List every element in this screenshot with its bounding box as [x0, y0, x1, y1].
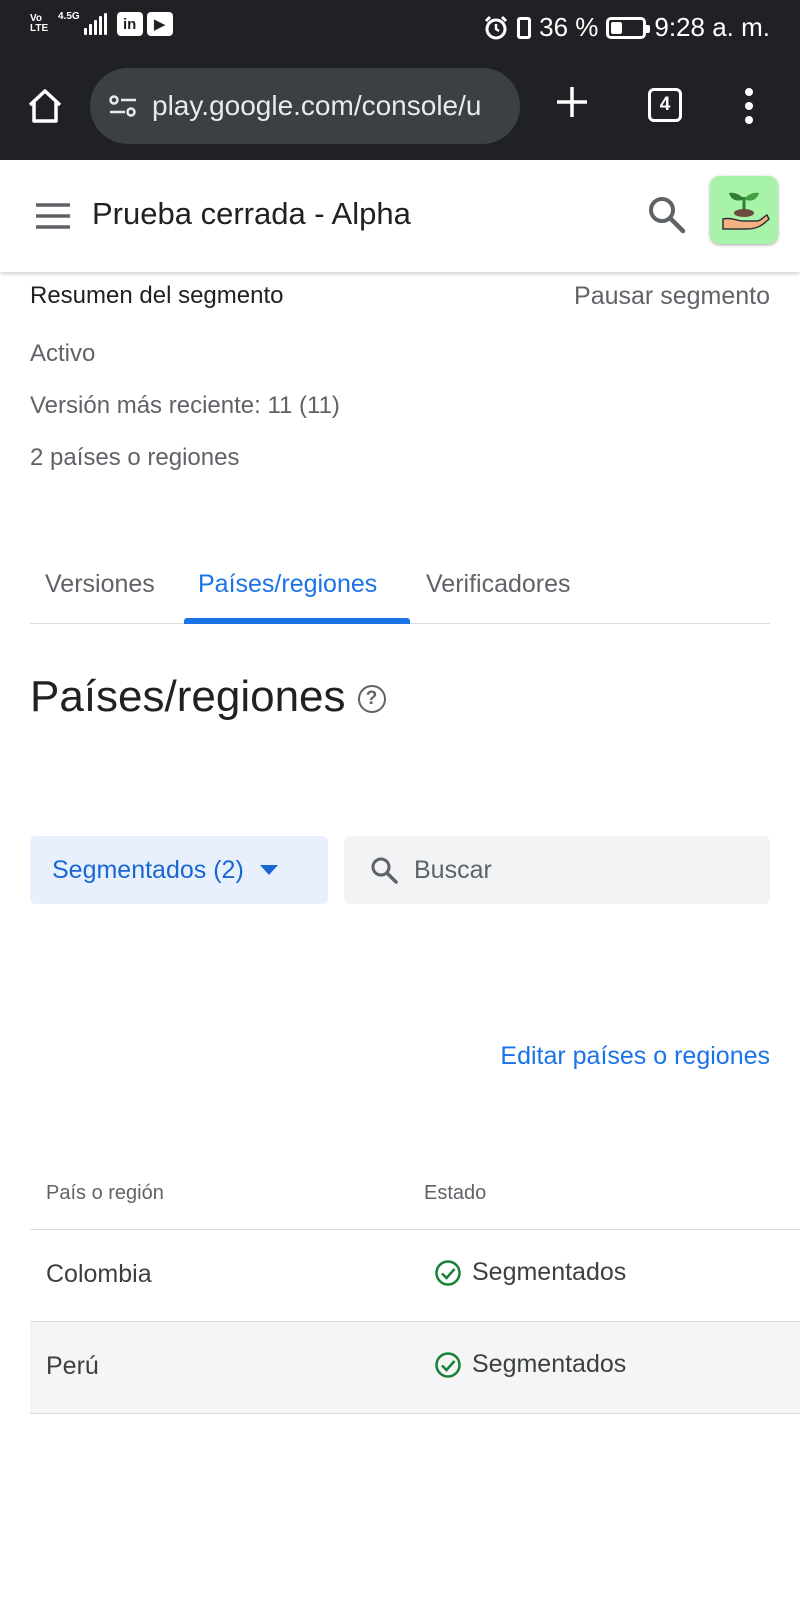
app-avatar[interactable] [710, 176, 778, 244]
volte-indicator: Vo LTE [30, 13, 49, 34]
edit-countries-link[interactable]: Editar países o regiones [500, 1042, 770, 1071]
menu-icon[interactable] [36, 202, 70, 230]
page-title: Prueba cerrada - Alpha [92, 196, 411, 231]
status-text: Segmentados [472, 1258, 627, 1286]
status-right: 36 % 9:28 a. m. [483, 12, 770, 43]
segment-summary-title: Resumen del segmento [30, 282, 284, 309]
vibrate-icon [517, 16, 532, 39]
country-count: 2 países o regiones [30, 444, 240, 471]
status-left: Vo LTE 4.5G in ▶ [30, 10, 173, 36]
search-icon [371, 857, 398, 884]
site-settings-icon[interactable] [108, 94, 138, 118]
tab-versions[interactable]: Versiones [45, 570, 155, 599]
address-bar[interactable]: play.google.com/console/u [90, 68, 520, 144]
filter-label: Segmentados (2) [52, 855, 244, 884]
search-input[interactable] [414, 855, 734, 885]
tab-bar: Versiones Países/regiones Verificadores [30, 556, 770, 624]
battery-icon [606, 16, 651, 39]
plant-in-hand-icon [722, 192, 770, 230]
youtube-icon: ▶ [146, 12, 173, 36]
dropdown-arrow-icon [259, 865, 278, 875]
section-heading: Países/regiones ? [30, 672, 386, 722]
tab-switcher-button[interactable]: 4 [648, 88, 682, 122]
clock: 9:28 a. m. [654, 12, 770, 42]
column-header-country[interactable]: País o región [46, 1182, 164, 1205]
segment-filter-dropdown[interactable]: Segmentados (2) [30, 836, 328, 904]
status-cell: Segmentados [434, 1350, 626, 1379]
countries-table: País o región Estado Colombia Segmentado… [30, 1164, 800, 1414]
latest-version: Versión más reciente: 11 (11) [30, 392, 340, 419]
browser-toolbar: play.google.com/console/u 4 [0, 58, 800, 160]
battery-fill [611, 21, 622, 34]
battery-percent: 36 % [539, 12, 599, 42]
section-title-text: Países/regiones [30, 672, 346, 721]
signal-strength-icon [83, 13, 107, 35]
search-box[interactable] [344, 836, 770, 904]
linkedin-icon: in [116, 12, 143, 36]
url-text: play.google.com/console/u [152, 90, 482, 121]
app-header: Prueba cerrada - Alpha [0, 160, 800, 272]
country-cell: Colombia [46, 1260, 152, 1288]
help-icon[interactable]: ? [357, 685, 386, 713]
alarm-icon [485, 15, 508, 39]
home-icon[interactable] [26, 86, 64, 126]
network-type-label: 4.5G [58, 10, 80, 22]
status-text: Segmentados [472, 1350, 627, 1378]
tab-countries-regions[interactable]: Países/regiones [198, 570, 377, 599]
check-circle-icon [435, 1351, 461, 1378]
new-tab-icon[interactable] [554, 84, 590, 120]
table-row[interactable]: Colombia Segmentados [30, 1230, 800, 1322]
status-cell: Segmentados [434, 1258, 626, 1287]
active-tab-indicator [184, 618, 410, 624]
pause-segment-button[interactable]: Pausar segmento [574, 282, 770, 311]
column-header-status[interactable]: Estado [424, 1182, 486, 1205]
table-row[interactable]: Perú Segmentados [30, 1322, 800, 1414]
status-bar: Vo LTE 4.5G in ▶ 36 % 9:28 a. m. [0, 0, 800, 58]
search-icon[interactable] [646, 194, 688, 236]
country-cell: Perú [46, 1352, 99, 1380]
check-circle-icon [435, 1259, 461, 1286]
tab-testers[interactable]: Verificadores [426, 570, 571, 599]
segment-status: Activo [30, 340, 96, 367]
table-header: País o región Estado [30, 1164, 800, 1230]
more-options-icon[interactable] [744, 86, 754, 126]
